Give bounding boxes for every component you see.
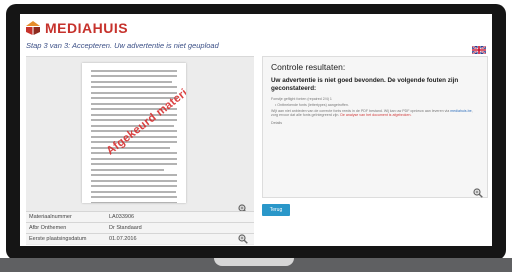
document-preview-panel: Afgekeurd materiaal Materiaalnummer LA03… [26,56,254,245]
app-screen: MEDIAHUIS Stap 3 van 3: Accepteren. Uw a… [20,14,492,246]
brand-name: MEDIAHUIS [45,20,129,36]
row-label: Afbr Onthemen [29,225,67,231]
results-paragraph-a: Wijt aan niet anbieden van de correcte f… [271,109,451,113]
table-row: Eerste plaatsingsdatum 01.07.2016 [26,233,254,244]
row-value: 01.07.2016 [109,236,137,242]
results-subtitle: Uw advertentie is niet goed bevonden. De… [271,77,459,92]
table-row: Afbr Onthemen Dr Standaard [26,222,254,233]
zoom-in-icon[interactable] [473,185,483,198]
back-button[interactable]: Terug [262,204,290,216]
results-paragraph: Wijt aan niet anbieden van de correcte f… [271,109,476,118]
row-value: Dr Standaard [109,225,142,231]
results-details: Details [271,121,282,125]
results-bullet: • Ontbrekende fonts (lettertypes) aanget… [275,103,349,107]
results-error: De analyse van het document is afgebroke… [340,113,412,118]
zoom-in-icon[interactable] [238,234,248,244]
step-title: Stap 3 van 3: Accepteren. Uw advertentie… [26,41,219,50]
results-link[interactable]: mediahuis.be [450,109,471,113]
table-row: Materiaalnummer LA033906 [26,211,254,222]
results-title: Controle resultaten: [271,62,346,72]
row-label: Eerste plaatsingsdatum [29,236,87,242]
rejected-stamp: Afgekeurd materiaal [104,76,186,158]
material-info-table: Materiaalnummer LA033906 Afbr Onthemen D… [26,211,254,244]
uk-flag-icon[interactable] [471,41,487,55]
row-label: Materiaalnummer [29,214,72,220]
laptop-notch [214,258,294,266]
mediahuis-logo-icon [26,21,40,35]
zoom-in-icon[interactable] [238,201,248,214]
document-page[interactable]: Afgekeurd materiaal [82,63,186,203]
row-value: LA033906 [109,214,135,220]
brand-logo[interactable]: MEDIAHUIS [26,20,128,36]
control-results-panel: Controle resultaten: Uw advertentie is n… [262,56,488,198]
results-line: Fonstje geflight fonten (repaired 2/4) 1 [271,97,332,101]
